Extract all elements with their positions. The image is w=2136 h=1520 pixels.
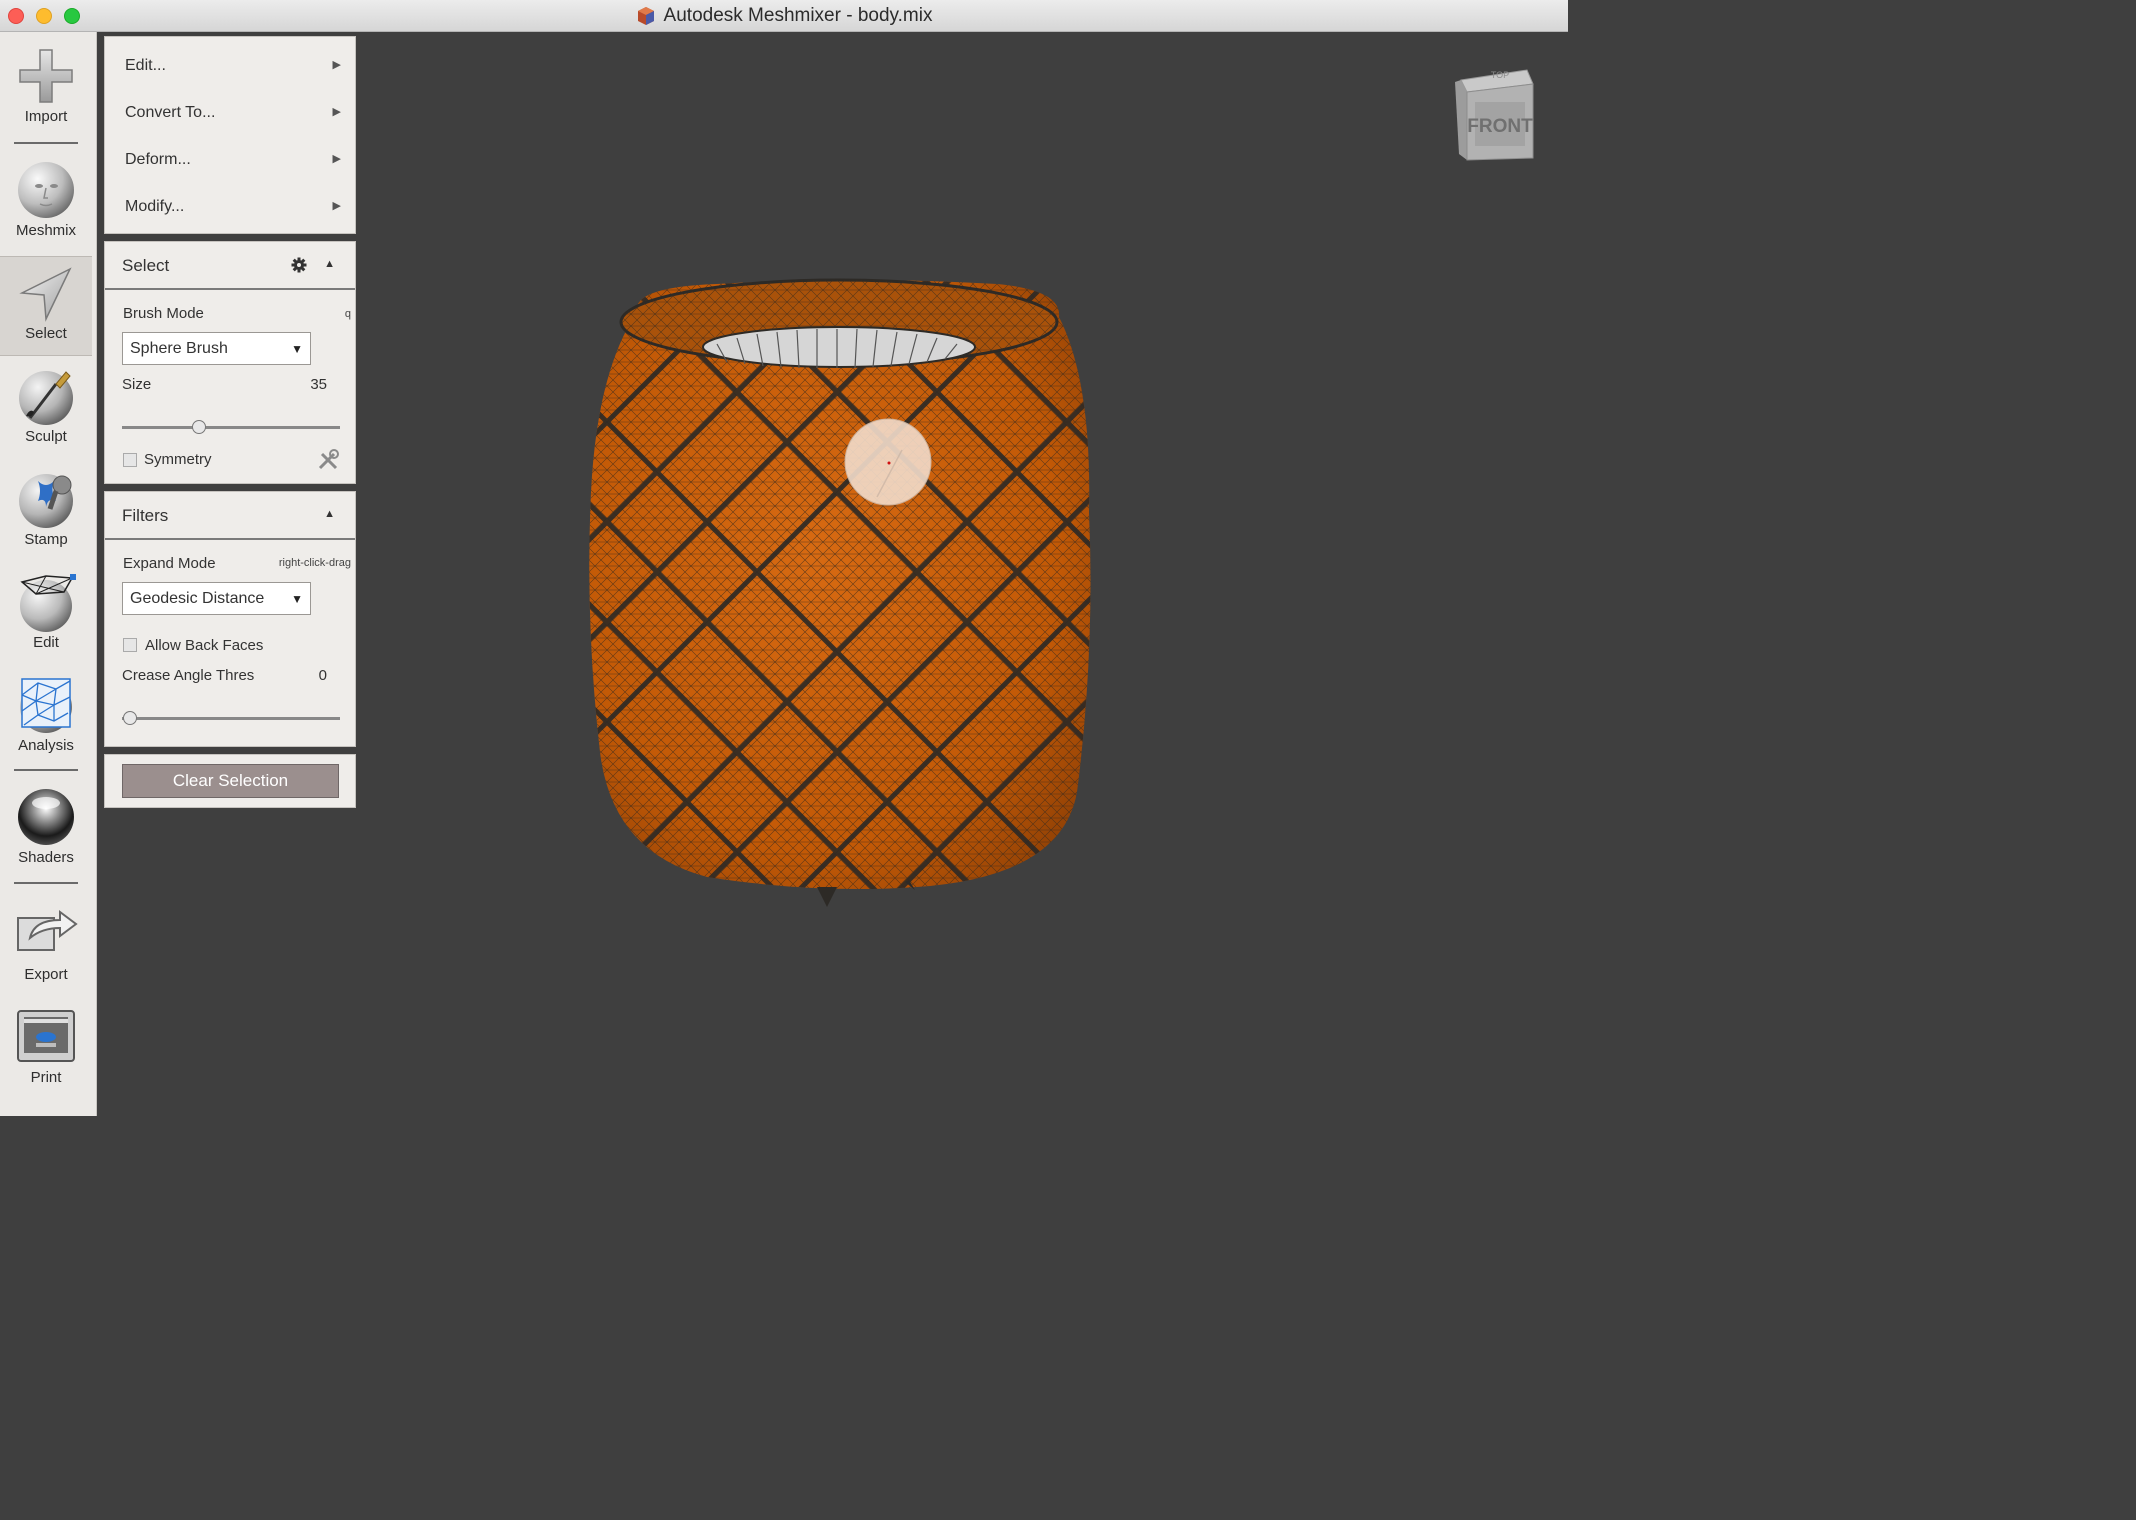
arrow-cursor-icon (19, 267, 72, 322)
tool-meshmix[interactable]: Meshmix (0, 160, 92, 239)
tool-label: Stamp (24, 531, 68, 548)
brush-sphere-icon (19, 371, 73, 425)
tool-label: Print (30, 1069, 62, 1086)
pineapple-mesh[interactable] (477, 272, 1197, 907)
face-sphere-icon (18, 162, 74, 218)
3d-viewport[interactable]: TOP FRONT (97, 32, 1568, 1116)
tool-label: Import (24, 108, 68, 125)
window-title: Autodesk Meshmixer - body.mix (663, 5, 933, 26)
view-cube[interactable]: TOP FRONT (1455, 69, 1534, 161)
tool-import[interactable]: Import (0, 46, 92, 125)
viewcube-front-label: FRONT (1467, 116, 1533, 137)
tool-print[interactable]: Print (0, 1007, 92, 1086)
tool-edit[interactable]: Edit (0, 572, 92, 651)
sphere-brush-cursor (844, 418, 932, 506)
export-icon (17, 910, 78, 951)
printer-icon (17, 1010, 75, 1062)
analysis-mesh-icon (20, 678, 72, 733)
toolbar-divider (14, 142, 78, 144)
edit-mesh-icon (20, 574, 76, 632)
tool-label: Edit (33, 634, 59, 651)
tool-label: Sculpt (25, 428, 67, 445)
tool-select[interactable]: Select (0, 256, 92, 356)
tool-shaders[interactable]: Shaders (0, 787, 92, 866)
plus-icon (19, 49, 73, 103)
meshmixer-app-icon (637, 7, 654, 25)
tool-label: Analysis (18, 737, 74, 754)
toolbar-divider (14, 769, 78, 771)
tool-label: Meshmix (15, 222, 76, 239)
left-toolbar: Import Meshmix Select Sculpt Stamp Edit … (0, 32, 97, 1116)
tool-label: Select (25, 325, 67, 342)
toolbar-divider (14, 882, 78, 884)
tool-sculpt[interactable]: Sculpt (0, 366, 92, 445)
window-title-wrap: Autodesk Meshmixer - body.mix (0, 0, 1568, 32)
tool-stamp[interactable]: Stamp (0, 469, 92, 548)
tool-label: Export (24, 966, 68, 983)
tool-export[interactable]: Export (0, 904, 92, 983)
shader-sphere-icon (18, 789, 74, 845)
viewcube-top-label: TOP (1491, 70, 1509, 80)
stamp-icon (19, 474, 73, 528)
tool-analysis[interactable]: Analysis (0, 675, 92, 754)
title-bar: Autodesk Meshmixer - body.mix (0, 0, 1568, 32)
tool-label: Shaders (18, 849, 74, 866)
viewport-canvas[interactable]: TOP FRONT (97, 32, 1568, 1116)
